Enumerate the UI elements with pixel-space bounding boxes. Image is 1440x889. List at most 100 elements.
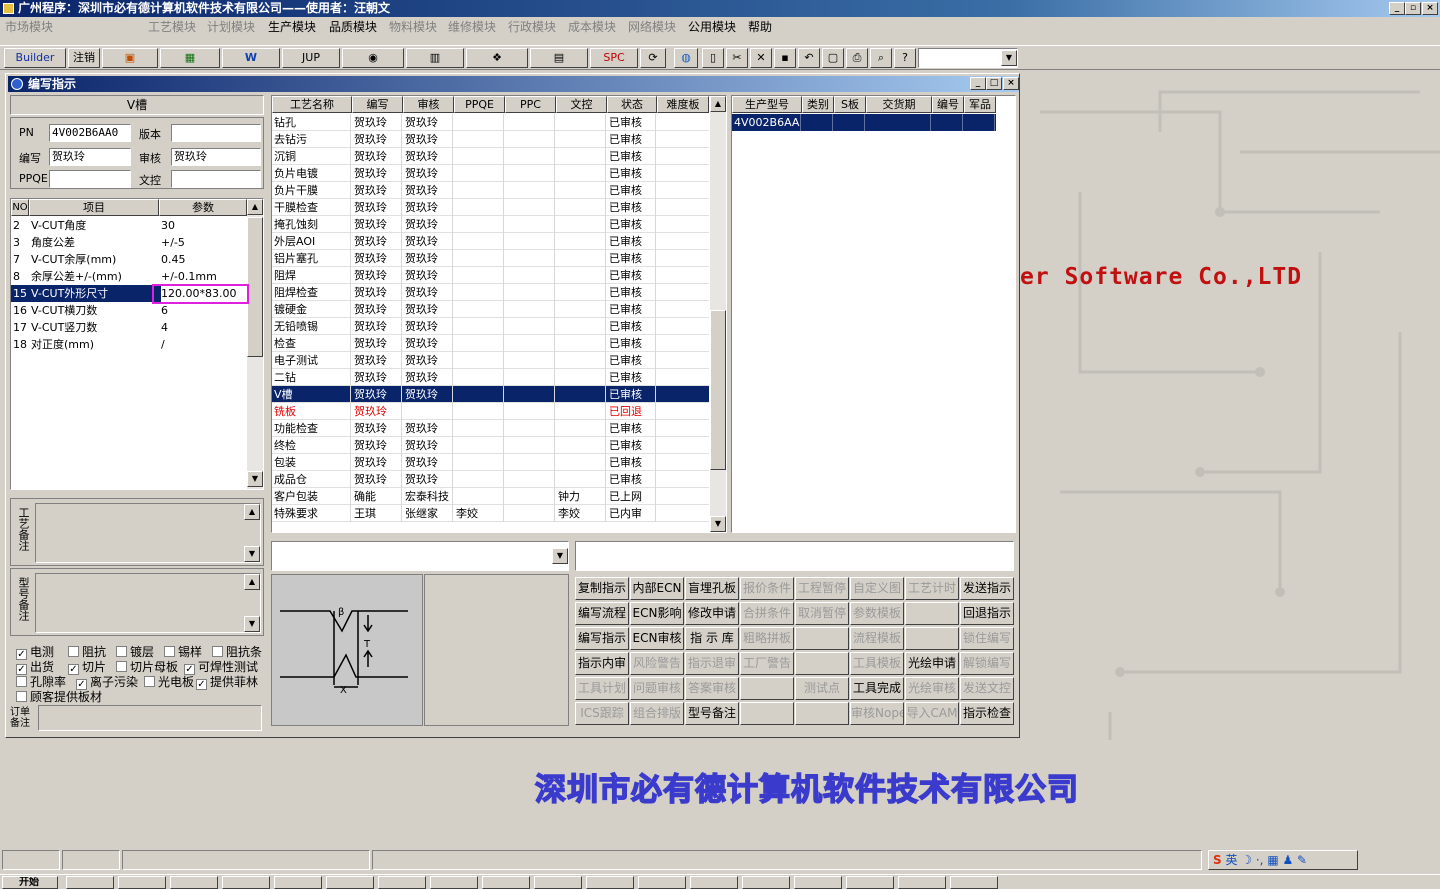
process-table[interactable]: ▲ ▼ 工艺名称 编写 审核 PPQE PPC 文控 状态 难度板 钻孔 贺玖玲 贺玖玲 已审核 去钻污… bbox=[271, 95, 727, 533]
action-button-2-4[interactable] bbox=[795, 627, 849, 650]
calc-icon[interactable]: ▣ bbox=[102, 48, 158, 68]
action-button-1-1[interactable]: ECN影响 bbox=[630, 602, 684, 625]
action-button-4-1[interactable]: 问题审核 bbox=[630, 677, 684, 700]
action-button-5-0[interactable]: ICS跟踪 bbox=[575, 702, 629, 725]
taskbar-item[interactable] bbox=[742, 876, 790, 889]
taskbar-item[interactable] bbox=[898, 876, 946, 889]
builder-button[interactable]: Builder bbox=[4, 48, 66, 68]
action-button-1-5[interactable]: 参数模板 bbox=[850, 602, 904, 625]
taskbar-item[interactable] bbox=[170, 876, 218, 889]
model-row[interactable]: 4V002B6AA0 bbox=[732, 114, 996, 131]
minimize-button[interactable]: _ bbox=[1389, 2, 1405, 15]
taskbar-item[interactable] bbox=[482, 876, 530, 889]
action-button-3-0[interactable]: 指示内审 bbox=[575, 652, 629, 675]
menu-item-1[interactable]: 工艺模块 bbox=[148, 17, 196, 37]
find-icon[interactable]: ⌕ bbox=[870, 48, 892, 68]
action-button-1-6[interactable] bbox=[905, 602, 959, 625]
process-row[interactable]: 终检 贺玖玲 贺玖玲 已审核 bbox=[272, 437, 709, 454]
action-button-0-2[interactable]: 盲埋孔板 bbox=[685, 577, 739, 600]
process-row[interactable]: 二钻 贺玖玲 贺玖玲 已审核 bbox=[272, 369, 709, 386]
process-header-0[interactable]: 工艺名称 bbox=[272, 96, 352, 113]
action-button-0-5[interactable]: 自定义图 bbox=[850, 577, 904, 600]
scroll-down-icon[interactable]: ▼ bbox=[244, 546, 260, 562]
action-button-5-6[interactable]: 导入CAM bbox=[905, 702, 959, 725]
action-button-2-3[interactable]: 粗略拼板 bbox=[740, 627, 794, 650]
scroll-thumb[interactable] bbox=[710, 310, 726, 470]
action-button-4-0[interactable]: 工具计划 bbox=[575, 677, 629, 700]
action-button-0-7[interactable]: 发送指示 bbox=[960, 577, 1014, 600]
window-maximize-button[interactable]: □ bbox=[986, 77, 1002, 90]
action-button-2-2[interactable]: 指 示 库 bbox=[685, 627, 739, 650]
start-button[interactable]: 开始 bbox=[2, 876, 58, 889]
chevron-down-icon[interactable]: ▼ bbox=[552, 548, 568, 564]
action-button-5-4[interactable] bbox=[795, 702, 849, 725]
cut-icon[interactable]: ✂ bbox=[726, 48, 748, 68]
model-header-3[interactable]: 交货期 bbox=[866, 96, 932, 113]
model-header-2[interactable]: S板 bbox=[834, 96, 866, 113]
process-row[interactable]: 负片电镀 贺玖玲 贺玖玲 已审核 bbox=[272, 165, 709, 182]
process-row[interactable]: 客户包装 确能 宏泰科技 钟力 已上网 bbox=[272, 488, 709, 505]
action-button-1-4[interactable]: 取消暂停 bbox=[795, 602, 849, 625]
taskbar-item[interactable] bbox=[794, 876, 842, 889]
checkbox-box[interactable] bbox=[16, 691, 27, 702]
param-row[interactable]: 3 角度公差 +/-5 bbox=[11, 234, 247, 251]
scroll-up-icon[interactable]: ▲ bbox=[247, 199, 263, 215]
process-row[interactable]: 外层AOI 贺玖玲 贺玖玲 已审核 bbox=[272, 233, 709, 250]
window-minimize-button[interactable]: _ bbox=[970, 77, 986, 90]
action-button-5-5[interactable]: 审核Nope bbox=[850, 702, 904, 725]
action-button-5-3[interactable] bbox=[740, 702, 794, 725]
restore-button[interactable]: ▫ bbox=[1405, 2, 1421, 15]
taskbar-item[interactable] bbox=[326, 876, 374, 889]
action-button-0-1[interactable]: 内部ECN bbox=[630, 577, 684, 600]
action-button-3-5[interactable]: 工具模板 bbox=[850, 652, 904, 675]
process-header-4[interactable]: PPC bbox=[505, 96, 556, 113]
action-button-4-4[interactable]: 测试点 bbox=[795, 677, 849, 700]
scroll-down-icon[interactable]: ▼ bbox=[710, 516, 726, 532]
note-field[interactable] bbox=[575, 541, 1014, 571]
process-header-5[interactable]: 文控 bbox=[556, 96, 607, 113]
params-header-no[interactable]: NO bbox=[11, 199, 29, 216]
process-row[interactable]: 阻焊 贺玖玲 贺玖玲 已审核 bbox=[272, 267, 709, 284]
process-remarks-input[interactable]: ▲ ▼ bbox=[35, 503, 261, 563]
ime-mode-icon[interactable]: 英 ☽ ·, ▦ ♟ ✎ bbox=[1225, 853, 1307, 867]
process-row[interactable]: 去钻污 贺玖玲 贺玖玲 已审核 bbox=[272, 131, 709, 148]
editor-field[interactable]: 贺玖玲 bbox=[49, 148, 131, 166]
model-remarks-input[interactable]: ▲ ▼ bbox=[35, 573, 261, 633]
menu-item-0[interactable]: 市场模块 bbox=[5, 17, 53, 37]
order-remarks-input[interactable] bbox=[38, 705, 262, 731]
params-header-item[interactable]: 项目 bbox=[29, 199, 159, 216]
params-header-value[interactable]: 参数 bbox=[159, 199, 247, 216]
taskbar-item[interactable] bbox=[950, 876, 998, 889]
action-button-4-3[interactable] bbox=[740, 677, 794, 700]
delete-icon[interactable]: ✕ bbox=[750, 48, 772, 68]
close-button[interactable]: × bbox=[1422, 2, 1438, 15]
action-button-5-7[interactable]: 指示检查 bbox=[960, 702, 1014, 725]
process-header-6[interactable]: 状态 bbox=[607, 96, 657, 113]
checkbox-box[interactable] bbox=[116, 661, 127, 672]
process-scrollbar[interactable]: ▲ ▼ bbox=[710, 96, 726, 532]
process-row[interactable]: 镀硬金 贺玖玲 贺玖玲 已审核 bbox=[272, 301, 709, 318]
process-header-3[interactable]: PPQE bbox=[454, 96, 505, 113]
menu-item-5[interactable]: 物料模块 bbox=[389, 17, 437, 37]
checkbox-12[interactable]: ✓ 提供菲林 bbox=[196, 673, 258, 690]
action-button-4-6[interactable]: 光绘审核 bbox=[905, 677, 959, 700]
taskbar-item[interactable] bbox=[378, 876, 426, 889]
process-row[interactable]: 干膜检查 贺玖玲 贺玖玲 已审核 bbox=[272, 199, 709, 216]
process-row[interactable]: 钻孔 贺玖玲 贺玖玲 已审核 bbox=[272, 114, 709, 131]
action-button-4-7[interactable]: 发送文控 bbox=[960, 677, 1014, 700]
action-button-0-4[interactable]: 工程暂停 bbox=[795, 577, 849, 600]
action-button-3-4[interactable] bbox=[795, 652, 849, 675]
taskbar-item[interactable] bbox=[274, 876, 322, 889]
reviewer-field[interactable]: 贺玖玲 bbox=[171, 148, 261, 166]
action-button-4-2[interactable]: 答案审核 bbox=[685, 677, 739, 700]
menu-item-11[interactable]: 帮助 bbox=[748, 17, 772, 37]
process-row[interactable]: 成品仓 贺玖玲 贺玖玲 已审核 bbox=[272, 471, 709, 488]
checkbox-11[interactable]: 光电板 bbox=[144, 673, 194, 690]
action-button-3-6[interactable]: 光绘申请 bbox=[905, 652, 959, 675]
process-row[interactable]: V槽 贺玖玲 贺玖玲 已审核 bbox=[272, 386, 709, 403]
process-header-2[interactable]: 审核 bbox=[403, 96, 454, 113]
menu-item-6[interactable]: 维修模块 bbox=[448, 17, 496, 37]
process-row[interactable]: 沉铜 贺玖玲 贺玖玲 已审核 bbox=[272, 148, 709, 165]
process-row[interactable]: 电子测试 贺玖玲 贺玖玲 已审核 bbox=[272, 352, 709, 369]
action-button-1-2[interactable]: 修改申请 bbox=[685, 602, 739, 625]
